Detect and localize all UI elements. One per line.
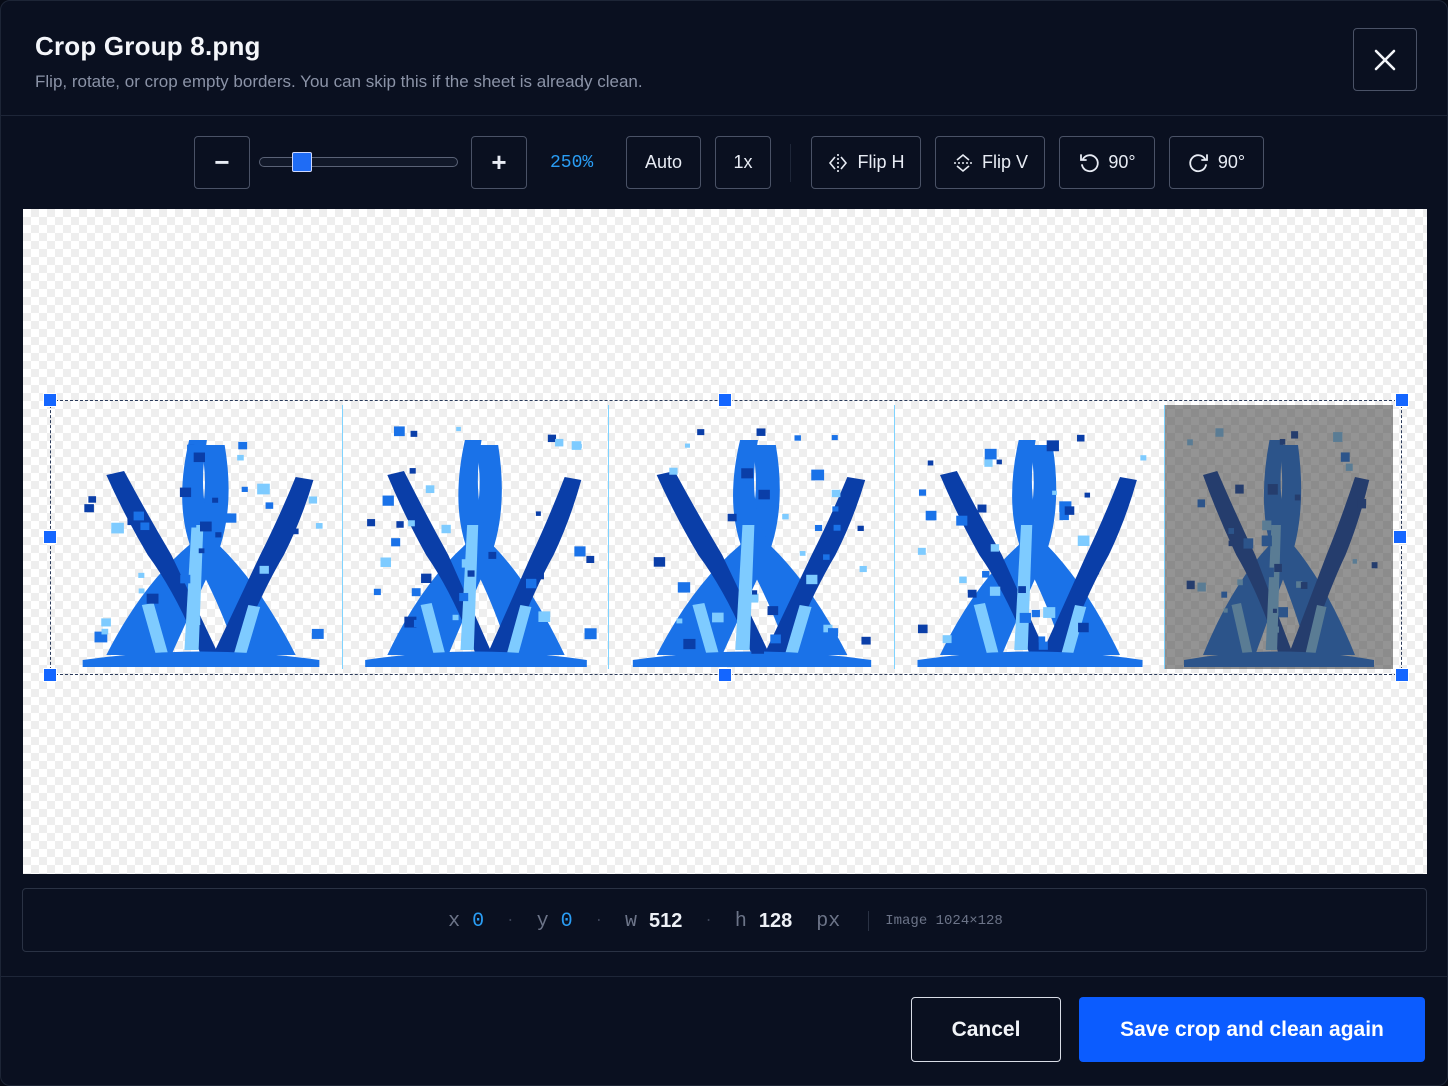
rotate-right-label: 90°	[1217, 152, 1246, 172]
crop-handle-top-left[interactable]	[43, 393, 57, 407]
separator-dot: ·	[594, 913, 604, 929]
flip-horizontal-button[interactable]: Flip H	[811, 136, 921, 189]
crop-handle-bottom-left[interactable]	[43, 668, 57, 682]
info-divider	[868, 911, 870, 931]
separator-dot: ·	[506, 913, 515, 929]
save-crop-button[interactable]: Save crop and clean again	[1079, 997, 1425, 1062]
dialog-subtitle: Flip, rotate, or crop empty borders. You…	[35, 72, 643, 91]
rotate-clockwise-icon	[1189, 153, 1208, 172]
rotate-right-button[interactable]: 90°	[1169, 136, 1264, 189]
crop-handle-left[interactable]	[43, 530, 57, 544]
close-button[interactable]	[1353, 28, 1417, 91]
flip-horizontal-icon	[829, 153, 848, 172]
height-value: 128	[758, 909, 793, 932]
x-value: 0	[472, 909, 485, 933]
crop-selection[interactable]	[50, 400, 1402, 675]
editor-toolbar: − + 250% Auto 1x Flip H Flip V 90° 90°	[1, 116, 1447, 208]
width-value: 512	[649, 909, 683, 932]
separator-dot: ·	[704, 913, 713, 929]
rotate-left-label: 90°	[1108, 152, 1136, 172]
toolbar-divider	[790, 144, 791, 182]
flip-vertical-icon	[953, 153, 972, 172]
crop-handle-top-right[interactable]	[1395, 393, 1409, 407]
zoom-out-button[interactable]: −	[194, 136, 250, 189]
actual-size-button[interactable]: 1x	[715, 136, 771, 189]
crop-handle-right[interactable]	[1393, 530, 1407, 544]
zoom-in-button[interactable]: +	[471, 136, 527, 189]
crop-handle-bottom-right[interactable]	[1395, 668, 1409, 682]
close-icon	[1374, 49, 1396, 70]
crop-coordinates: x 0 · y 0 · w 512 · h 128 px Image 1024×…	[23, 889, 1428, 953]
h-label: h	[734, 909, 747, 933]
w-label: w	[625, 909, 638, 933]
crop-handle-bottom[interactable]	[718, 668, 732, 682]
y-value: 0	[560, 909, 573, 933]
zoom-level: 250%	[550, 153, 594, 173]
cancel-button[interactable]: Cancel	[911, 997, 1061, 1062]
flip-vertical-button[interactable]: Flip V	[935, 136, 1045, 189]
y-label: y	[536, 909, 549, 933]
unit-label: px	[816, 909, 841, 933]
rotate-counterclockwise-icon	[1080, 153, 1100, 172]
dialog-footer: Cancel Save crop and clean again	[1, 976, 1447, 1085]
crop-info-bar: x 0 · y 0 · w 512 · h 128 px Image 1024×…	[22, 888, 1427, 952]
crop-dialog: Crop Group 8.png Flip, rotate, or crop e…	[0, 0, 1448, 1086]
auto-zoom-button[interactable]: Auto	[626, 136, 701, 189]
crop-handle-top[interactable]	[718, 393, 732, 407]
zoom-slider-track[interactable]	[259, 157, 458, 167]
image-size: Image 1024×128	[885, 913, 1003, 929]
flip-horizontal-label: Flip H	[857, 152, 905, 172]
zoom-slider-thumb[interactable]	[291, 152, 312, 172]
x-label: x	[448, 909, 461, 933]
rotate-left-button[interactable]: 90°	[1059, 136, 1155, 189]
flip-vertical-label: Flip V	[981, 152, 1028, 172]
crop-canvas[interactable]	[23, 209, 1427, 874]
dialog-header: Crop Group 8.png Flip, rotate, or crop e…	[1, 1, 1447, 116]
dialog-title: Crop Group 8.png	[35, 31, 261, 61]
